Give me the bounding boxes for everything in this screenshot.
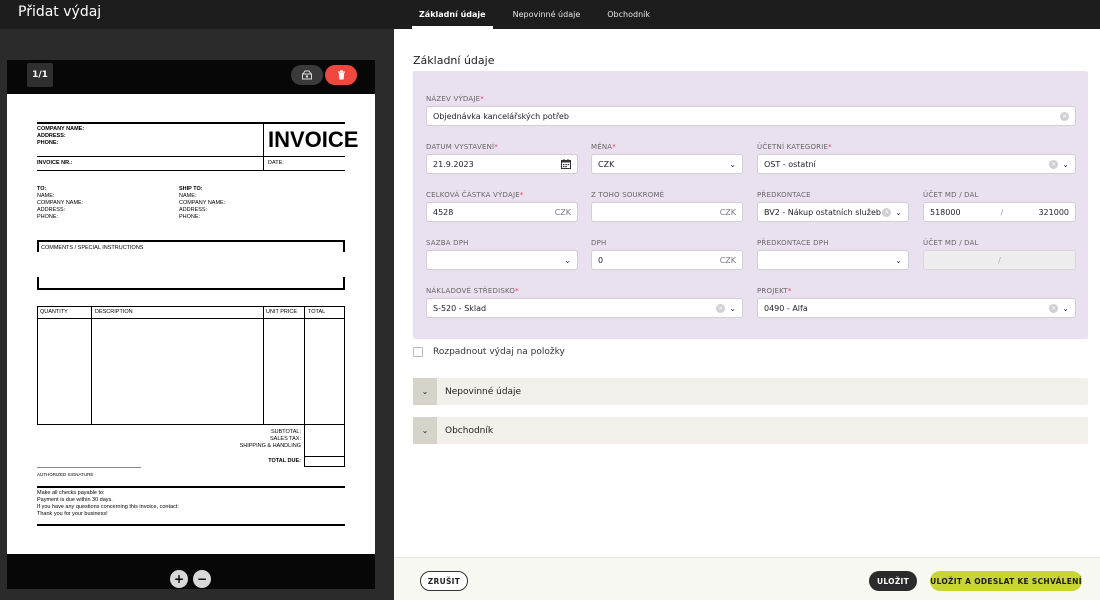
vat-input[interactable]: 0 CZK bbox=[591, 250, 743, 270]
account-md-dal-input[interactable]: 518000 / 321000 bbox=[923, 202, 1076, 222]
invoice-col-total: TOTAL bbox=[308, 309, 326, 315]
invoice-number-label: INVOICE NR.: bbox=[37, 160, 73, 166]
split-items-row: Rozpadnout výdaj na položky bbox=[413, 347, 565, 357]
clear-icon[interactable]: ✕ bbox=[1049, 159, 1059, 169]
cost-center-label: NÁKLADOVÉ STŘEDISKO* bbox=[426, 287, 519, 295]
private-part-input[interactable]: CZK bbox=[591, 202, 743, 222]
invoice-col-quantity: QUANTITY bbox=[40, 309, 68, 315]
expense-name-label: NÁZEV VÝDAJE* bbox=[426, 95, 484, 103]
split-items-label: Rozpadnout výdaj na položky bbox=[433, 347, 565, 357]
section-title: Základní údaje bbox=[413, 54, 495, 67]
basic-info-form: NÁZEV VÝDAJE* Objednávka kancelářských p… bbox=[413, 71, 1088, 339]
vat-account-md-dal-input: / bbox=[923, 250, 1076, 270]
project-select[interactable]: 0490 - Alfa ✕ ⌄ bbox=[757, 298, 1076, 318]
vat-account-separator: / bbox=[998, 255, 1001, 265]
reocr-icon bbox=[302, 70, 312, 80]
chevron-down-icon: ⌄ bbox=[1062, 303, 1069, 313]
save-button[interactable]: ULOŽIT bbox=[869, 571, 917, 591]
clear-icon[interactable]: ✕ bbox=[1060, 111, 1069, 121]
page-counter: 1/1 bbox=[27, 63, 53, 87]
account-separator: / bbox=[1000, 207, 1004, 217]
page-title: Přidat výdaj bbox=[18, 4, 102, 20]
chevron-down-icon: ⌄ bbox=[413, 417, 437, 444]
chevron-down-icon: ⌄ bbox=[895, 207, 902, 217]
clear-icon[interactable]: ✕ bbox=[716, 303, 726, 313]
calendar-icon[interactable] bbox=[561, 159, 571, 169]
vat-pre-account-label: PŘEDKONTACE DPH bbox=[757, 239, 829, 247]
tabs: Základní údaje Nepovinné údaje Obchodník bbox=[412, 0, 670, 29]
pre-account-label: PŘEDKONTACE bbox=[757, 191, 811, 199]
invoice-document: COMPANY NAME: ADDRESS: PHONE: INVOICE IN… bbox=[7, 94, 375, 554]
vat-rate-label: SAZBA DPH bbox=[426, 239, 469, 247]
chevron-down-icon: ⌄ bbox=[564, 255, 571, 265]
project-label: PROJEKT* bbox=[757, 287, 792, 295]
expense-form-panel: Základní údaje NÁZEV VÝDAJE* Objednávka … bbox=[394, 29, 1100, 600]
top-bar: Přidat výdaj Základní údaje Nepovinné úd… bbox=[0, 0, 1100, 29]
zoom-out-button[interactable]: − bbox=[193, 570, 211, 588]
split-items-checkbox[interactable] bbox=[413, 347, 423, 357]
invoice-ship-phone: PHONE: bbox=[179, 214, 201, 220]
chevron-down-icon: ⌄ bbox=[895, 255, 902, 265]
issue-date-input[interactable]: 21.9.2023 bbox=[426, 154, 578, 174]
accordion-merchant[interactable]: ⌄ Obchodník bbox=[413, 417, 1088, 444]
invoice-shipping-label: SHIPPING & HANDLING bbox=[239, 443, 301, 449]
total-amount-input[interactable]: 4528 CZK bbox=[426, 202, 578, 222]
accounting-category-label: ÚČETNÍ KATEGORIE* bbox=[757, 143, 832, 151]
issue-date-label: DATUM VYSTAVENÍ* bbox=[426, 143, 498, 151]
tab-optional-info[interactable]: Nepovinné údaje bbox=[506, 0, 588, 29]
invoice-phone: PHONE: bbox=[37, 140, 59, 146]
delete-document-button[interactable] bbox=[325, 65, 357, 85]
invoice-comments-label: COMMENTS / SPECIAL INSTRUCTIONS bbox=[41, 245, 144, 251]
invoice-date-label: DATE: bbox=[268, 160, 284, 166]
invoice-signature-label: AUTHORIZED SIGNATURE bbox=[37, 472, 94, 477]
vat-pre-account-select[interactable]: ⌄ bbox=[757, 250, 909, 270]
chevron-down-icon: ⌄ bbox=[413, 378, 437, 405]
invoice-to-phone: PHONE: bbox=[37, 214, 59, 220]
chevron-down-icon: ⌄ bbox=[729, 159, 736, 169]
accordion-optional-info[interactable]: ⌄ Nepovinné údaje bbox=[413, 378, 1088, 405]
cost-center-select[interactable]: S-520 - Sklad ✕ ⌄ bbox=[426, 298, 743, 318]
tab-basic-info[interactable]: Základní údaje bbox=[412, 0, 493, 29]
document-viewer: 1/1 COMPANY NAME: ADDRESS: PHONE: INVOIC… bbox=[7, 60, 375, 589]
document-preview-panel: 1/1 COMPANY NAME: ADDRESS: PHONE: INVOIC… bbox=[0, 29, 394, 600]
invoice-title: INVOICE bbox=[268, 127, 359, 152]
account-dal-value: 321000 bbox=[1038, 207, 1069, 217]
pre-account-select[interactable]: BV2 - Nákup ostatních služeb ✕ ⌄ bbox=[757, 202, 909, 222]
currency-select[interactable]: CZK ⌄ bbox=[591, 154, 743, 174]
form-footer: ZRUŠIT ULOŽIT ULOŽIT A ODESLAT KE SCHVÁL… bbox=[394, 557, 1100, 600]
vat-account-md-dal-label: ÚČET MD / DAL bbox=[923, 239, 979, 247]
clear-icon[interactable]: ✕ bbox=[1049, 303, 1059, 313]
clear-icon[interactable]: ✕ bbox=[882, 207, 892, 217]
tab-merchant[interactable]: Obchodník bbox=[600, 0, 657, 29]
private-part-label: Z TOHO SOUKROMÉ bbox=[591, 191, 665, 199]
cancel-button[interactable]: ZRUŠIT bbox=[420, 571, 468, 591]
expense-name-input[interactable]: Objednávka kancelářských potřeb ✕ bbox=[426, 106, 1076, 126]
trash-icon bbox=[337, 70, 345, 80]
chevron-down-icon: ⌄ bbox=[729, 303, 736, 313]
zoom-in-button[interactable]: + bbox=[170, 570, 188, 588]
account-md-value: 518000 bbox=[930, 207, 961, 217]
account-md-dal-label: ÚČET MD / DAL bbox=[923, 191, 979, 199]
invoice-note-thanks: Thank you for your business! bbox=[37, 511, 108, 517]
currency-label: MĚNA* bbox=[591, 143, 616, 151]
vat-label: DPH bbox=[591, 239, 607, 247]
reocr-button[interactable] bbox=[291, 65, 323, 85]
invoice-total-due-label: TOTAL DUE: bbox=[268, 458, 301, 464]
vat-rate-select[interactable]: ⌄ bbox=[426, 250, 578, 270]
invoice-col-description: DESCRIPTION bbox=[95, 309, 133, 315]
save-and-send-button[interactable]: ULOŽIT A ODESLAT KE SCHVÁLENÍ bbox=[930, 571, 1082, 591]
chevron-down-icon: ⌄ bbox=[1062, 159, 1069, 169]
invoice-col-unit-price: UNIT PRICE bbox=[266, 309, 298, 315]
accounting-category-select[interactable]: OST - ostatní ✕ ⌄ bbox=[757, 154, 1076, 174]
total-amount-label: CELKOVÁ ČÁSTKA VÝDAJE* bbox=[426, 191, 524, 199]
